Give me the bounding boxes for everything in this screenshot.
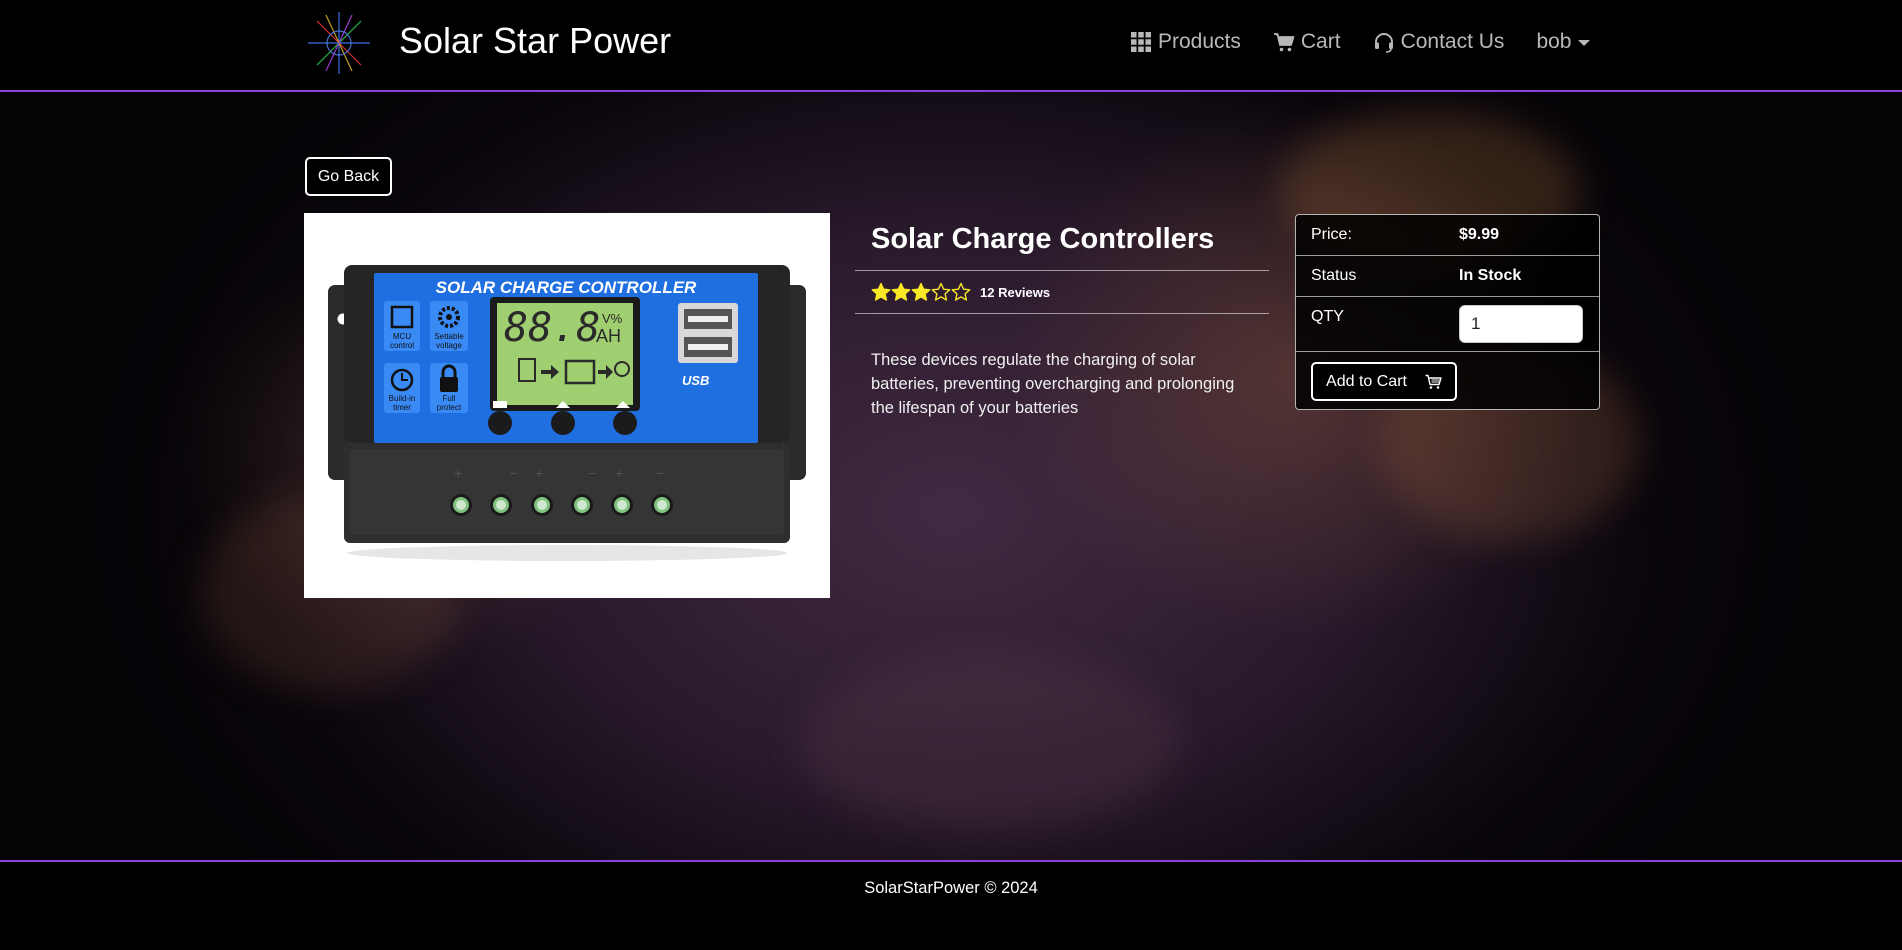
grid-icon [1131, 32, 1151, 52]
user-dropdown[interactable]: bob [1536, 30, 1591, 54]
status-value: In Stock [1459, 267, 1522, 284]
svg-text:+: + [615, 465, 623, 481]
qty-row: QTY [1296, 297, 1599, 352]
star-filled-icon [911, 282, 931, 301]
reviews-count[interactable]: 12 Reviews [980, 285, 1050, 300]
lcd-unit-top: V% [602, 311, 623, 326]
site-footer: SolarStarPower © 2024 [0, 860, 1902, 950]
price-row: Price: $9.99 [1296, 215, 1599, 256]
rating-stars [871, 282, 971, 302]
protect-label-1: Full [443, 394, 456, 403]
nav-cart-label: Cart [1300, 30, 1341, 53]
status-row: Status In Stock [1296, 256, 1599, 297]
price-value: $9.99 [1459, 226, 1500, 243]
svg-text:+: + [535, 465, 543, 481]
purchase-panel: Price: $9.99 Status In Stock QTY Add to … [1295, 214, 1600, 410]
star-empty-icon [931, 282, 951, 301]
controller-banner: SOLAR CHARGE CONTROLLER [436, 278, 697, 297]
nav-products[interactable]: Products [1130, 30, 1241, 54]
headset-icon [1374, 33, 1393, 53]
sun-flare [800, 652, 1180, 832]
go-back-button[interactable]: Go Back [305, 157, 392, 196]
svg-text:+: + [454, 465, 462, 481]
mcu-label-1: MCU [393, 332, 411, 341]
product-info: Solar Charge Controllers 12 Reviews Thes… [855, 213, 1269, 420]
timer-label-1: Build-in [389, 394, 416, 403]
svg-text:−: − [656, 465, 664, 481]
chevron-down-icon [1578, 40, 1591, 46]
svg-text:−: − [509, 465, 517, 481]
settable-label-2: voltage [436, 341, 462, 350]
brand-title[interactable]: Solar Star Power [399, 20, 671, 62]
status-label: Status [1311, 267, 1357, 284]
main-nav: Products Cart Contact Us bob [1130, 30, 1591, 54]
price-label: Price: [1311, 226, 1352, 243]
settable-label-1: Settable [434, 332, 464, 341]
user-name: bob [1536, 30, 1572, 53]
product-description: These devices regulate the charging of s… [871, 351, 1235, 417]
logo-icon[interactable] [306, 10, 372, 76]
add-to-cart-button[interactable]: Add to Cart [1311, 362, 1457, 401]
nav-products-label: Products [1158, 30, 1241, 53]
star-filled-icon [871, 282, 891, 301]
nav-cart[interactable]: Cart [1273, 30, 1341, 54]
add-to-cart-label: Add to Cart [1326, 372, 1407, 390]
protect-label-2: protect [437, 403, 462, 412]
star-filled-icon [891, 282, 911, 301]
footer-copyright: SolarStarPower © 2024 [864, 879, 1038, 897]
qty-label: QTY [1311, 308, 1344, 325]
cart-icon [1425, 374, 1442, 389]
star-empty-icon [951, 282, 971, 301]
lcd-digits: 88.8 [504, 305, 600, 351]
mcu-label-2: control [390, 341, 414, 350]
nav-contact-label: Contact Us [1400, 30, 1505, 53]
lcd-unit-bottom: AH [596, 326, 621, 346]
cart-icon [1273, 33, 1295, 52]
timer-label-2: timer [393, 403, 411, 412]
product-page: Go Back SOLAR CHARGE CONTROLLER MCU cont… [0, 92, 1902, 860]
svg-text:−: − [588, 465, 596, 481]
site-header: Solar Star Power Products Cart Contact U… [0, 0, 1902, 92]
rating: 12 Reviews [855, 271, 1269, 314]
qty-input[interactable] [1459, 305, 1583, 343]
nav-contact[interactable]: Contact Us [1373, 30, 1505, 54]
product-title: Solar Charge Controllers [855, 213, 1269, 271]
product-image: SOLAR CHARGE CONTROLLER MCU control Sett… [304, 213, 830, 598]
usb-label: USB [682, 373, 709, 388]
